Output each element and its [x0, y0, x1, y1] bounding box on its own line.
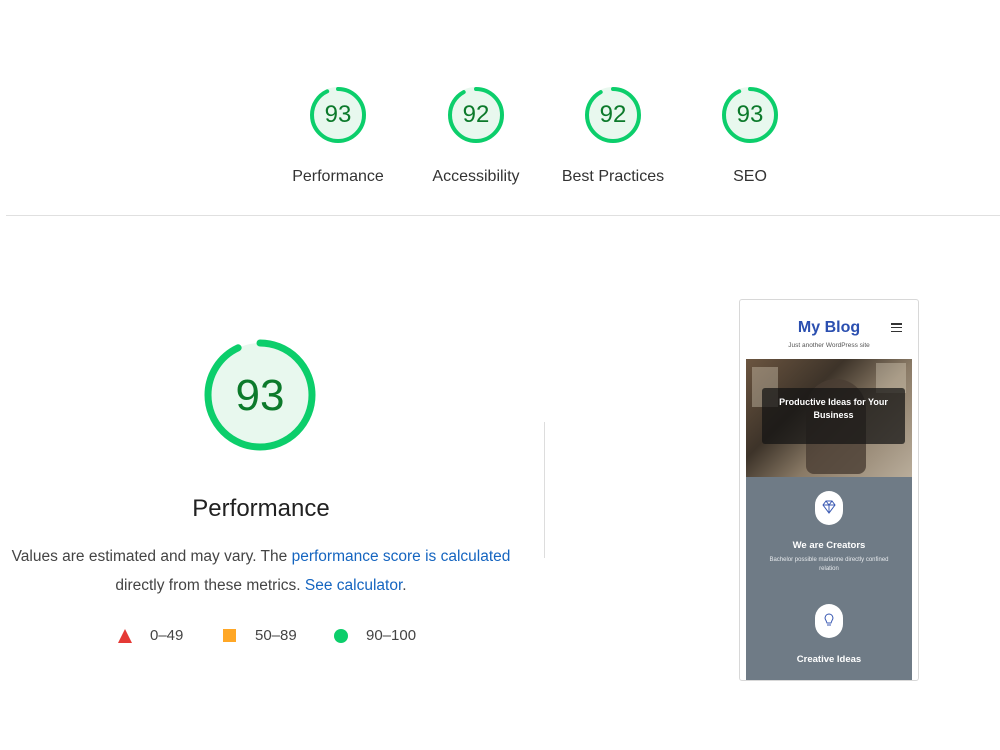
gauge-score: 93 [324, 101, 352, 128]
vertical-divider [544, 422, 545, 558]
gauge-label: Accessibility [432, 168, 520, 185]
blog-tagline: Just another WordPress site [788, 342, 870, 349]
gauge-score: 92 [462, 101, 490, 128]
performance-title: Performance [192, 495, 330, 522]
feature-title: Creative Ideas [796, 654, 862, 665]
see-calculator-link[interactable]: See calculator [305, 577, 402, 594]
feature-title: We are Creators [792, 540, 866, 551]
section-divider [6, 215, 1000, 216]
summary-gauges: 93 Performance 92 Accessibility 92 Best … [0, 80, 1000, 200]
hero-heading: Productive Ideas for Your Business [779, 397, 888, 420]
lighthouse-report: 93 Performance 92 Accessibility 92 Best … [0, 0, 1000, 750]
gauge-label: Best Practices [561, 168, 665, 185]
performance-gauge-large: 93 [200, 335, 320, 455]
feature-subtitle: Bachelor possible marianne directly conf… [769, 557, 889, 572]
diamond-icon [815, 491, 843, 525]
legend-range: 90–100 [366, 627, 417, 644]
description-text: directly from these metrics. [115, 577, 305, 594]
legend-range: 0–49 [150, 627, 184, 644]
blog-header: My Blog Just another WordPress site [740, 300, 918, 358]
gauge-score: 92 [599, 101, 627, 128]
triangle-icon [118, 629, 132, 643]
gauge-best-practices[interactable]: 92 Best Practices [558, 80, 668, 186]
hero-image: Productive Ideas for Your Business [746, 359, 912, 477]
performance-score-link[interactable]: performance score is calculated [292, 548, 511, 565]
circle-icon [334, 629, 348, 643]
description-text: . [402, 577, 407, 594]
performance-description: Values are estimated and may vary. The p… [0, 542, 522, 600]
gauge-score: 93 [736, 101, 764, 128]
performance-score: 93 [235, 371, 285, 420]
description-text: Values are estimated and may vary. The [11, 548, 292, 565]
gauge-accessibility[interactable]: 92 Accessibility [421, 80, 531, 186]
lightbulb-icon [815, 604, 843, 638]
score-legend: 0–49 50–89 90–100 [118, 625, 438, 647]
legend-range: 50–89 [255, 627, 297, 644]
square-icon [223, 629, 236, 642]
final-screenshot[interactable]: My Blog Just another WordPress site Prod… [739, 299, 919, 681]
gauge-label: SEO [733, 168, 767, 185]
gauge-seo[interactable]: 93 SEO [695, 80, 805, 186]
gauge-label: Performance [292, 168, 384, 185]
gauge-performance[interactable]: 93 Performance [283, 80, 393, 186]
hamburger-menu-icon [891, 323, 902, 333]
